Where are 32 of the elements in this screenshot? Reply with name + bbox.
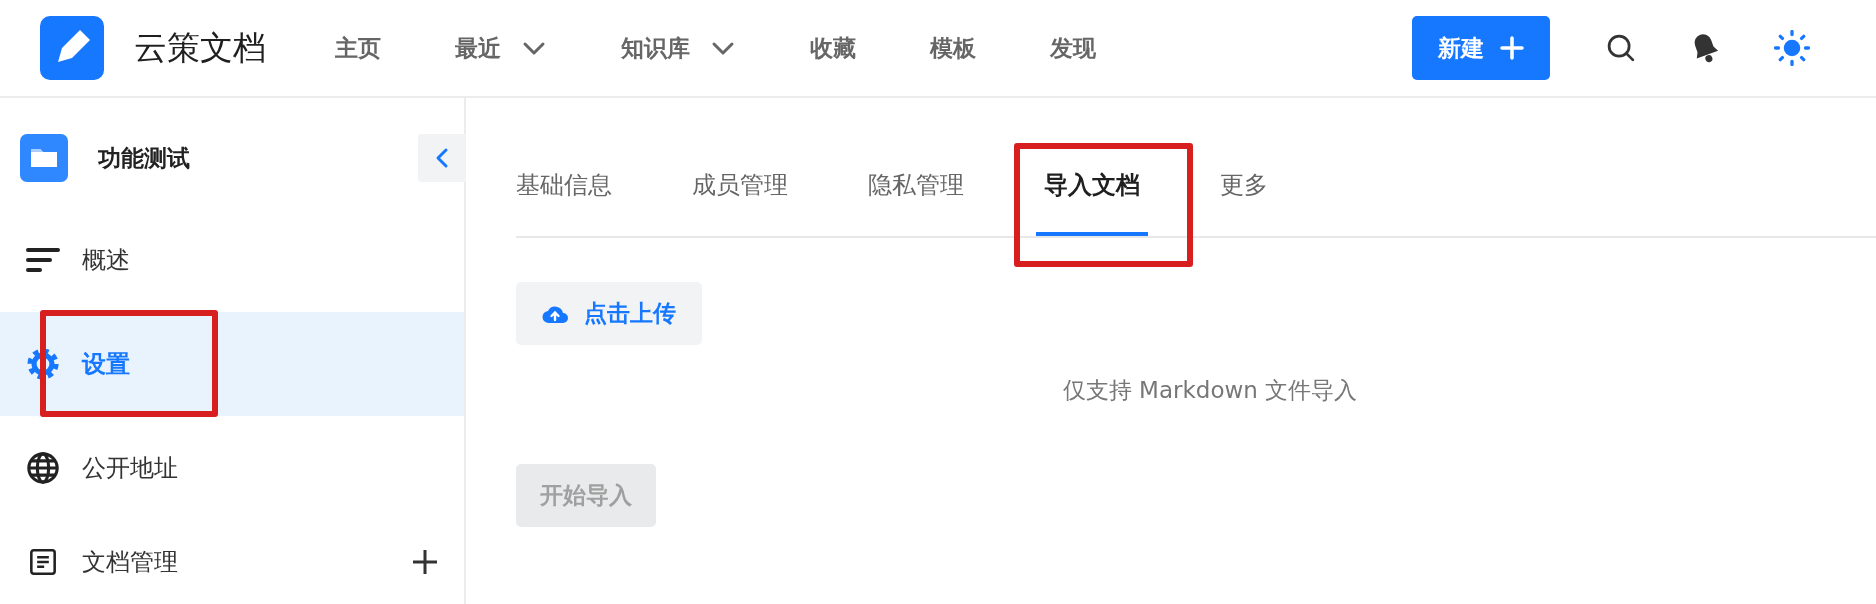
tab[interactable]: 导入文档 bbox=[1022, 134, 1162, 236]
nav-item[interactable]: 收藏 bbox=[810, 24, 856, 72]
plus-icon bbox=[1500, 36, 1524, 60]
document-icon bbox=[29, 548, 57, 576]
globe-icon bbox=[26, 451, 60, 485]
logo-icon bbox=[40, 16, 104, 80]
sidebar-item[interactable]: 概述 bbox=[0, 208, 464, 312]
new-button[interactable]: 新建 bbox=[1412, 16, 1550, 80]
sidebar-item[interactable]: 设置 bbox=[0, 312, 464, 416]
sidebar-item[interactable]: 公开地址 bbox=[0, 416, 464, 520]
nav-item[interactable]: 发现 bbox=[1050, 24, 1096, 72]
add-icon[interactable] bbox=[412, 549, 438, 575]
nav-item[interactable]: 模板 bbox=[930, 24, 976, 72]
folder-icon bbox=[20, 134, 68, 182]
tab[interactable]: 成员管理 bbox=[670, 134, 810, 236]
nav-item[interactable]: 主页 bbox=[335, 24, 381, 72]
lines-icon bbox=[26, 247, 60, 273]
nav-item[interactable]: 知识库 bbox=[621, 24, 736, 72]
upload-button[interactable]: 点击上传 bbox=[516, 282, 702, 345]
tab[interactable]: 更多 bbox=[1198, 134, 1290, 236]
nav-item[interactable]: 最近 bbox=[455, 24, 547, 72]
settings-icon bbox=[26, 347, 60, 381]
collapse-button[interactable] bbox=[418, 134, 466, 182]
search-icon[interactable] bbox=[1606, 33, 1636, 63]
tab[interactable]: 隐私管理 bbox=[846, 134, 986, 236]
sun-icon[interactable] bbox=[1774, 30, 1810, 66]
space-title: 功能测试 bbox=[98, 143, 191, 173]
app-name: 云策文档 bbox=[134, 26, 266, 69]
hint-text: 仅支持 Markdown 文件导入 bbox=[1061, 376, 1359, 405]
chevron-left-icon bbox=[434, 147, 450, 169]
sidebar-item[interactable]: 文档管理 bbox=[0, 520, 464, 604]
tab[interactable]: 基础信息 bbox=[494, 134, 634, 236]
